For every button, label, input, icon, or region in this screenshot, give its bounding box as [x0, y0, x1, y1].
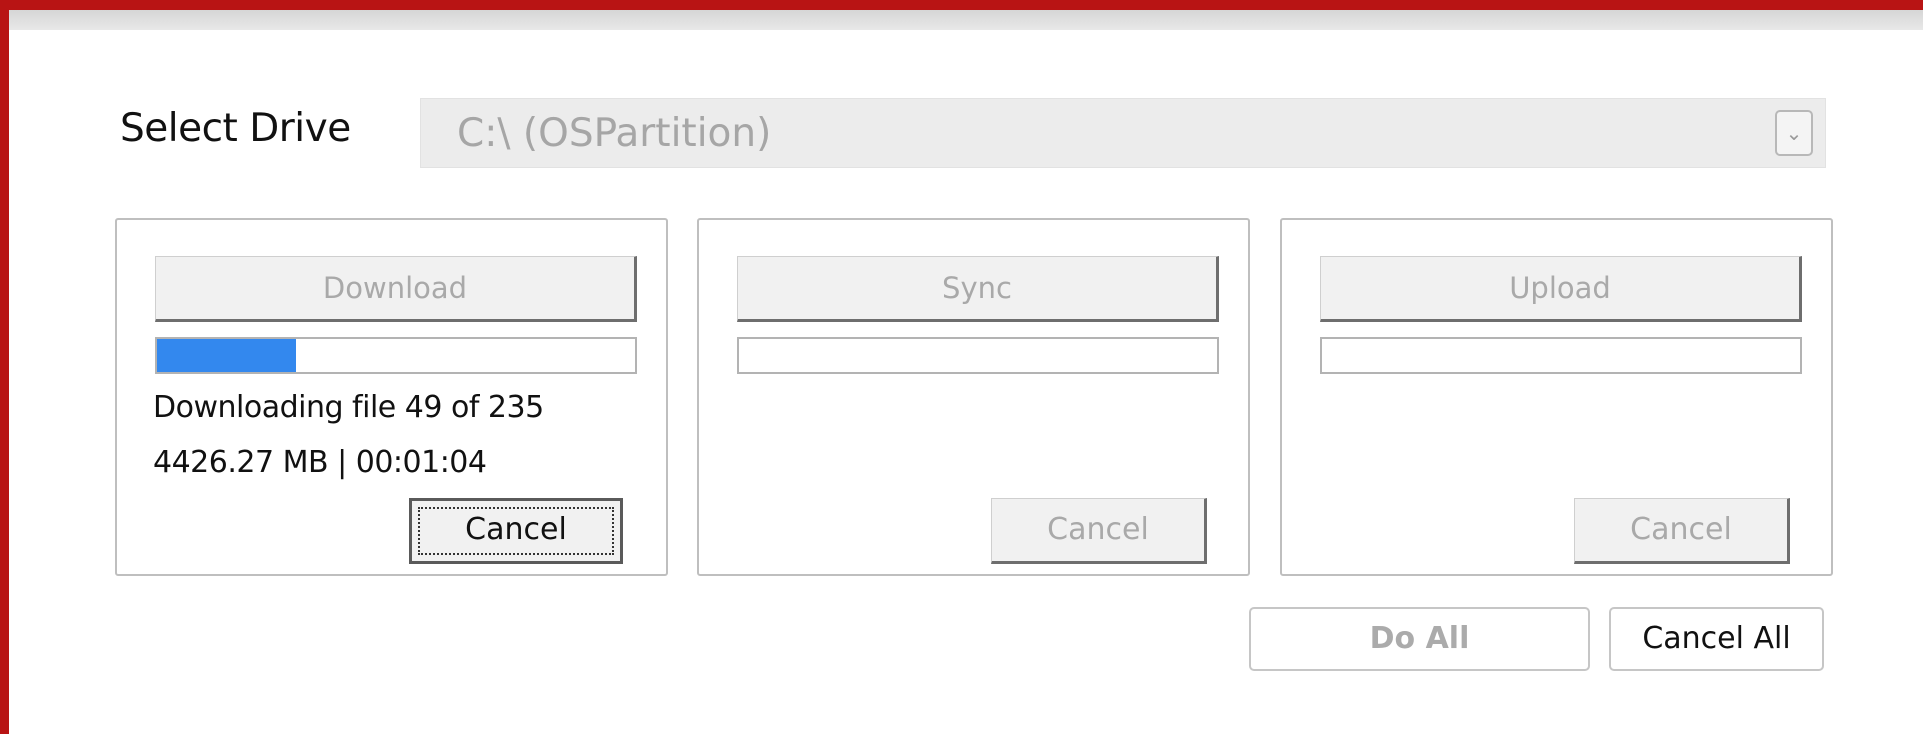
download-progress-fill — [157, 339, 296, 372]
window-title-strip — [9, 10, 1923, 30]
select-drive-label: Select Drive — [120, 106, 351, 151]
upload-button[interactable]: Upload — [1320, 256, 1802, 322]
download-button[interactable]: Download — [155, 256, 637, 322]
drive-select-value: C:\ (OSPartition) — [457, 111, 772, 156]
sync-progress-bar — [737, 337, 1219, 374]
sync-cancel-button[interactable]: Cancel — [991, 498, 1207, 564]
sync-button[interactable]: Sync — [737, 256, 1219, 322]
window-left-border — [0, 0, 9, 734]
sync-panel: Sync Cancel — [697, 218, 1250, 576]
window-top-border — [0, 0, 1923, 10]
download-size-time-text: 4426.27 MB | 00:01:04 — [153, 445, 487, 480]
upload-cancel-button[interactable]: Cancel — [1574, 498, 1790, 564]
download-progress-bar — [155, 337, 637, 374]
download-panel: Download Downloading file 49 of 235 4426… — [115, 218, 668, 576]
do-all-button[interactable]: Do All — [1249, 607, 1590, 671]
upload-progress-bar — [1320, 337, 1802, 374]
cancel-all-button[interactable]: Cancel All — [1609, 607, 1824, 671]
download-cancel-button[interactable]: Cancel — [409, 498, 623, 564]
chevron-down-icon[interactable]: ⌄ — [1775, 110, 1813, 156]
focus-ring — [418, 507, 614, 555]
upload-panel: Upload Cancel — [1280, 218, 1833, 576]
drive-select[interactable]: C:\ (OSPartition) ⌄ — [420, 98, 1826, 168]
download-status-text: Downloading file 49 of 235 — [153, 390, 544, 425]
